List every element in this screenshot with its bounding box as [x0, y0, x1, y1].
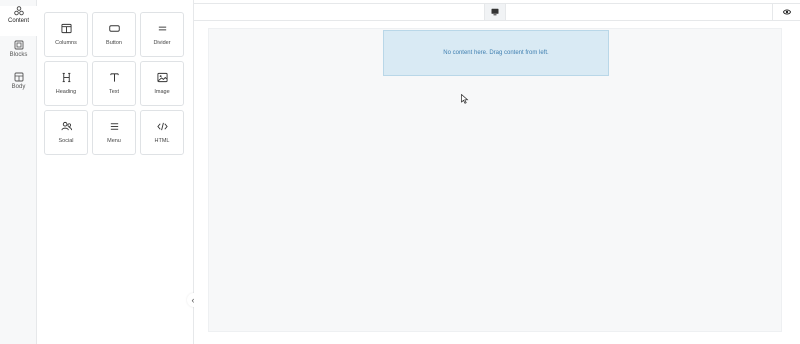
- tool-text-label: Text: [108, 89, 120, 95]
- tab-blocks-label: Blocks: [9, 52, 28, 58]
- tool-social-label: Social: [58, 138, 74, 144]
- columns-icon: [60, 23, 72, 34]
- empty-dropzone-message: No content here. Drag content from left.: [443, 50, 549, 56]
- email-body-canvas[interactable]: No content here. Drag content from left.: [208, 28, 782, 332]
- tool-columns[interactable]: Columns: [44, 12, 88, 57]
- divider-icon: [158, 26, 166, 31]
- empty-dropzone[interactable]: No content here. Drag content from left.: [383, 30, 609, 76]
- blocks-icon: [14, 40, 23, 50]
- top-toolbar: [194, 3, 800, 21]
- editor-canvas-area: No content here. Drag content from left.: [194, 21, 800, 344]
- image-icon: [156, 72, 168, 83]
- tool-menu[interactable]: Menu: [92, 110, 136, 155]
- tab-body[interactable]: Body: [0, 72, 37, 102]
- tool-image-label: Image: [154, 89, 170, 95]
- mouse-pointer-icon: [461, 94, 469, 104]
- tab-body-label: Body: [11, 84, 26, 90]
- tool-divider-label: Divider: [153, 40, 171, 46]
- content-icon: [13, 6, 24, 16]
- tool-text[interactable]: Text: [92, 61, 136, 106]
- html-icon: [156, 122, 168, 131]
- menu-icon: [110, 123, 118, 130]
- preview-button[interactable]: [772, 4, 800, 20]
- email-editor: Content Blocks Body Columns Button Divid…: [0, 0, 800, 344]
- text-icon: [109, 73, 119, 82]
- tab-blocks[interactable]: Blocks: [0, 40, 37, 70]
- tab-content-label: Content: [7, 18, 29, 24]
- tool-divider[interactable]: Divider: [140, 12, 184, 57]
- tool-html[interactable]: HTML: [140, 110, 184, 155]
- tool-menu-label: Menu: [107, 138, 121, 144]
- heading-icon: [62, 72, 70, 83]
- tool-heading[interactable]: Heading: [44, 61, 88, 106]
- social-icon: [60, 121, 72, 131]
- tool-social[interactable]: Social: [44, 110, 88, 155]
- tab-content[interactable]: Content: [0, 6, 37, 36]
- tool-image[interactable]: Image: [140, 61, 184, 106]
- body-icon: [14, 72, 23, 82]
- tool-html-label: HTML: [154, 138, 170, 144]
- tool-button[interactable]: Button: [92, 12, 136, 57]
- button-icon: [108, 25, 120, 32]
- tool-columns-label: Columns: [55, 40, 77, 46]
- tools-grid: Columns Button Divider Heading Text Imag…: [44, 12, 184, 155]
- tool-button-label: Button: [106, 40, 122, 46]
- desktop-icon: [491, 8, 499, 16]
- tool-heading-label: Heading: [55, 89, 77, 95]
- eye-icon: [782, 9, 791, 15]
- content-tools-panel: Columns Button Divider Heading Text Imag…: [37, 0, 194, 344]
- desktop-view-button[interactable]: [484, 4, 506, 20]
- sidebar-tab-rail: Content Blocks Body: [0, 0, 37, 344]
